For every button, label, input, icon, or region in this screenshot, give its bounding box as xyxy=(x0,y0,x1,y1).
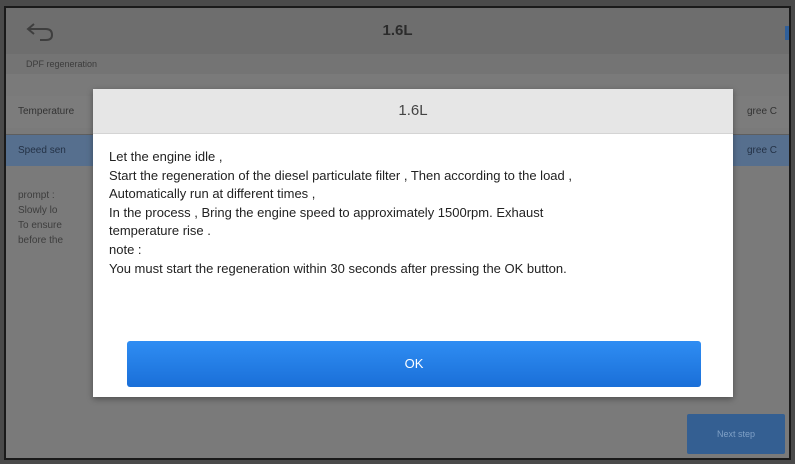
message-line: Start the regeneration of the diesel par… xyxy=(109,167,572,183)
prompt-line: Slowly lo xyxy=(18,205,58,216)
message-line: In the process , Bring the engine speed … xyxy=(109,204,544,220)
ok-button[interactable]: OK xyxy=(127,341,701,387)
subtitle-text: DPF regeneration xyxy=(26,59,98,69)
page-title: 1.6L xyxy=(382,22,413,39)
message-line: temperature rise . xyxy=(109,223,211,239)
subtitle-bar: DPF regeneration xyxy=(6,54,789,74)
row-label: Speed sen xyxy=(18,145,66,156)
edge-indicator xyxy=(785,26,789,40)
top-bar: 1.6L xyxy=(6,8,789,55)
app-window: 1.6L DPF regeneration Temperature gree C… xyxy=(4,6,791,460)
row-value: gree C xyxy=(746,145,777,156)
dialog-title: 1.6L xyxy=(93,89,733,134)
message-line: note : xyxy=(109,241,142,257)
prompt-line: prompt : xyxy=(18,190,55,201)
confirm-dialog: 1.6L Let the engine idle , Start the reg… xyxy=(93,89,733,397)
message-line: Automatically run at different times , xyxy=(109,186,316,202)
dialog-message: Let the engine idle , Start the regenera… xyxy=(93,134,733,278)
message-line: Let the engine idle , xyxy=(109,149,223,164)
prompt-text: prompt : Slowly lo To ensure before the xyxy=(18,188,63,248)
row-label: Temperature xyxy=(18,106,75,117)
next-step-button[interactable]: Next step xyxy=(687,414,785,454)
row-value: gree C xyxy=(746,106,777,117)
prompt-line: To ensure xyxy=(18,220,62,231)
message-line: You must start the regeneration within 3… xyxy=(109,260,567,276)
prompt-line: before the xyxy=(18,235,64,246)
